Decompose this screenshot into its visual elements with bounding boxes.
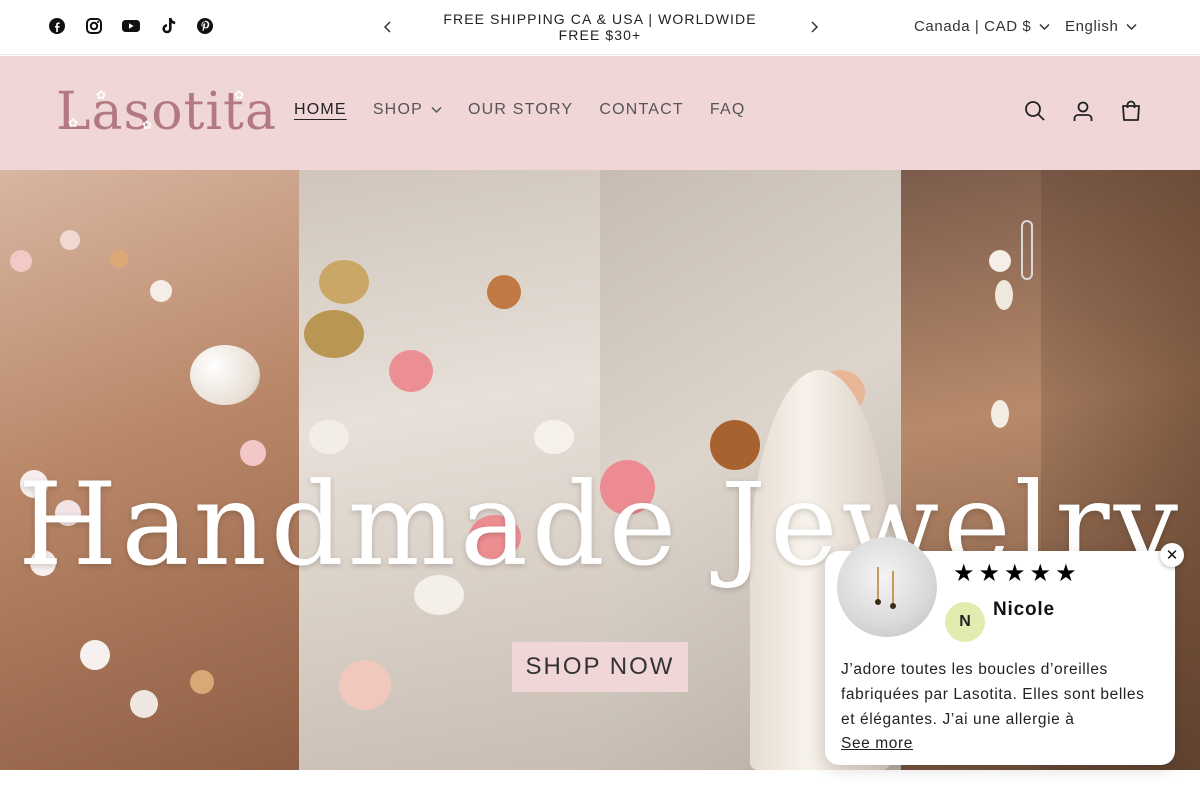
shop-now-button[interactable]: SHOP NOW [512,642,688,692]
nav-item-home[interactable]: HOME [294,101,347,119]
tiktok-icon[interactable] [159,17,177,35]
facebook-icon[interactable] [48,17,66,35]
cart-icon[interactable] [1118,98,1144,124]
brand-logo[interactable]: Lasotita ✿ ✿ ✿ ✿ [56,80,277,144]
review-popup: ★ ★ ★ ★ ★ N Nicole J’adore toutes les bo… [825,537,1184,765]
flower-icon: ✿ [142,118,153,132]
site-header: Lasotita ✿ ✿ ✿ ✿ HOME SHOP OUR STORY CON… [0,56,1200,170]
nav-item-our-story[interactable]: OUR STORY [468,101,573,119]
nav-item-label: FAQ [709,101,746,118]
instagram-icon[interactable] [85,17,103,35]
review-product-image[interactable] [837,537,937,637]
account-icon[interactable] [1070,98,1096,124]
reviewer-avatar: N [945,602,985,642]
star-icon: ★ [953,560,975,587]
main-nav: HOME SHOP OUR STORY CONTACT FAQ [294,101,745,119]
star-icon: ★ [1055,560,1077,587]
search-icon[interactable] [1022,98,1048,124]
close-icon[interactable]: ✕ [1160,543,1184,567]
star-icon: ★ [1029,560,1052,587]
chevron-left-icon[interactable] [378,17,398,37]
language-selector[interactable]: English [1065,18,1137,35]
nav-item-contact[interactable]: CONTACT [599,101,684,119]
nav-item-label: OUR STORY [467,101,574,118]
chevron-down-icon [1126,23,1137,30]
reviewer-name: Nicole [993,599,1055,620]
chevron-right-icon[interactable] [804,17,824,37]
nav-item-label: CONTACT [599,101,684,118]
announcement-text: FREE SHIPPING CA & USA | WORLDWIDE FREE … [443,11,757,43]
logo-text: Lasotita [56,82,277,142]
flower-icon: ✿ [68,116,79,130]
youtube-icon[interactable] [122,17,140,35]
flower-icon: ✿ [96,88,107,102]
header-icons [1022,98,1144,124]
pinterest-icon[interactable] [196,17,214,35]
nav-item-label: HOME [294,101,347,118]
star-icon: ★ [1004,560,1026,587]
country-selector-label: Canada | CAD $ [914,18,1032,35]
chevron-down-icon [431,106,442,114]
star-icon: ★ [978,560,1001,587]
nav-item-faq[interactable]: FAQ [710,101,746,119]
language-selector-label: English [1065,18,1119,35]
flower-icon: ✿ [234,88,245,102]
country-selector[interactable]: Canada | CAD $ [914,18,1050,35]
star-rating: ★ ★ ★ ★ ★ [953,559,1077,588]
social-links [48,17,214,35]
chevron-down-icon [1039,23,1050,30]
announcement-bar: FREE SHIPPING CA & USA | WORLDWIDE FREE … [0,0,1200,55]
see-more-link[interactable]: See more [841,735,913,753]
nav-item-shop[interactable]: SHOP [373,101,442,119]
announcement-carousel: FREE SHIPPING CA & USA | WORLDWIDE FREE … [370,8,830,48]
nav-item-label: SHOP [372,101,423,118]
review-text: J’adore toutes les boucles d’oreilles fa… [841,661,1145,728]
